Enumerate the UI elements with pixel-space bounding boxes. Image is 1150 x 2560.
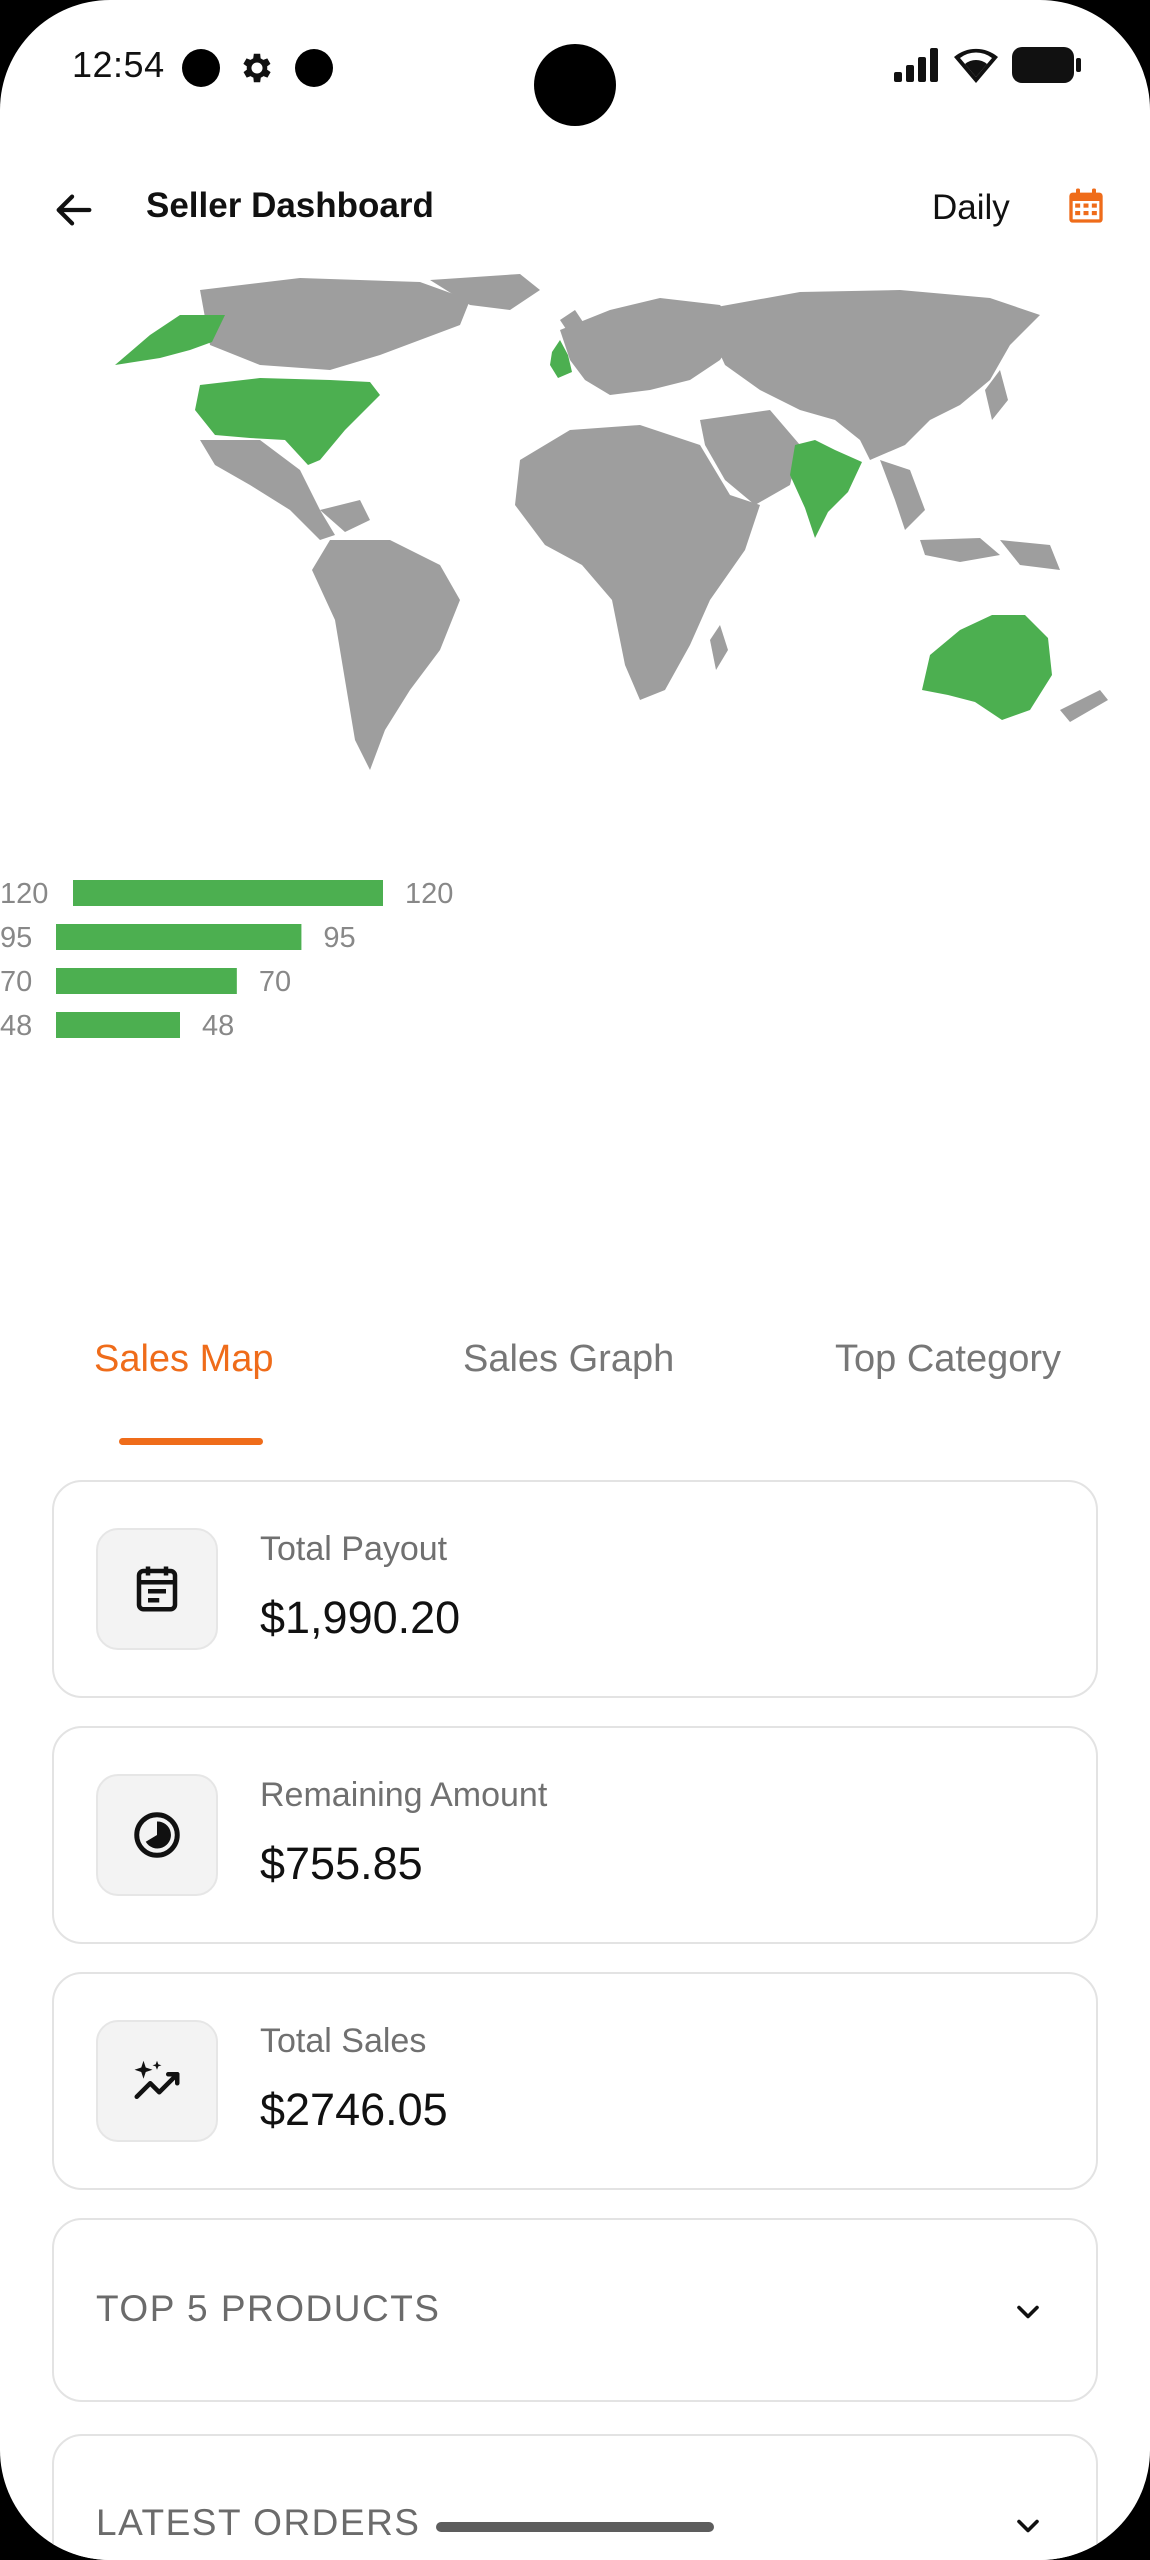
bar-data-label: 48 [202, 1010, 234, 1042]
stat-card-total-payout[interactable]: Total Payout $1,990.20 [52, 1480, 1098, 1698]
pie-chart-icon [134, 1812, 180, 1858]
section-latest-orders[interactable]: LATEST ORDERS [52, 2434, 1098, 2560]
notification-dot-icon [295, 49, 333, 87]
phone-screen: 12:54 Seller Dashboard Daily 120 120 95 … [0, 0, 1150, 2560]
tab-sales-graph[interactable]: Sales Graph [463, 1338, 674, 1381]
region-india[interactable] [790, 440, 862, 538]
region-alaska[interactable] [115, 315, 225, 365]
calendar-icon [1069, 188, 1103, 223]
stat-value: $755.85 [260, 1838, 423, 1889]
section-title: LATEST ORDERS [96, 2502, 421, 2543]
bar-category-label: 95 [0, 922, 32, 954]
battery-icon [1012, 46, 1082, 88]
stat-value: $2746.05 [260, 2084, 448, 2135]
status-time: 12:54 [72, 44, 165, 85]
icon-box [96, 1774, 218, 1896]
chevron-down-icon[interactable] [1004, 2288, 1052, 2336]
app-bar: Seller Dashboard Daily [0, 160, 1150, 260]
stat-card-total-sales[interactable]: Total Sales $2746.05 [52, 1972, 1098, 2190]
status-bar: 12:54 [0, 0, 1150, 140]
status-icons [894, 46, 1082, 88]
bar[interactable] [73, 880, 383, 906]
arrow-left-icon [56, 194, 92, 226]
calendar-button[interactable] [1062, 182, 1110, 230]
stat-card-remaining-amount[interactable]: Remaining Amount $755.85 [52, 1726, 1098, 1944]
bar-category-label: 70 [0, 966, 32, 998]
bar[interactable] [56, 968, 237, 994]
front-camera [534, 44, 616, 126]
bar-category-label: 48 [0, 1010, 32, 1042]
icon-box [96, 1528, 218, 1650]
bar-data-label: 95 [323, 922, 355, 954]
tab-sales-map[interactable]: Sales Map [94, 1338, 274, 1381]
region-australia[interactable] [922, 615, 1052, 720]
sales-bar-chart: 120 120 95 95 70 70 48 48 [0, 878, 453, 1042]
page-title: Seller Dashboard [146, 186, 434, 225]
stat-label: Total Payout [260, 1530, 448, 1568]
sparkle-trend-icon [134, 2060, 180, 2099]
section-top-5-products[interactable]: TOP 5 PRODUCTS [52, 2218, 1098, 2402]
bar-data-label: 70 [259, 966, 291, 998]
bar[interactable] [56, 924, 302, 950]
signal-icon [894, 47, 940, 87]
section-title: TOP 5 PRODUCTS [96, 2288, 441, 2329]
active-tab-indicator [119, 1438, 263, 1445]
tab-bar: Sales Map Sales Graph Top Category [0, 1300, 1150, 1450]
home-indicator[interactable] [436, 2522, 714, 2532]
chevron-down-icon[interactable] [1004, 2502, 1052, 2550]
bar[interactable] [56, 1012, 180, 1038]
stat-label: Total Sales [260, 2022, 427, 2060]
stat-label: Remaining Amount [260, 1776, 548, 1814]
bar-category-label: 120 [0, 878, 48, 910]
back-button[interactable] [44, 180, 104, 240]
gear-icon [238, 49, 276, 87]
icon-box [96, 2020, 218, 2142]
bar-data-label: 120 [405, 878, 453, 910]
sales-world-map[interactable] [0, 270, 1150, 790]
period-selector[interactable]: Daily [932, 188, 1010, 228]
stat-value: $1,990.20 [260, 1592, 461, 1643]
tab-top-category[interactable]: Top Category [835, 1338, 1061, 1381]
notification-dot-icon [182, 49, 220, 87]
calendar-note-icon [136, 1566, 178, 1612]
wifi-icon [954, 47, 998, 88]
